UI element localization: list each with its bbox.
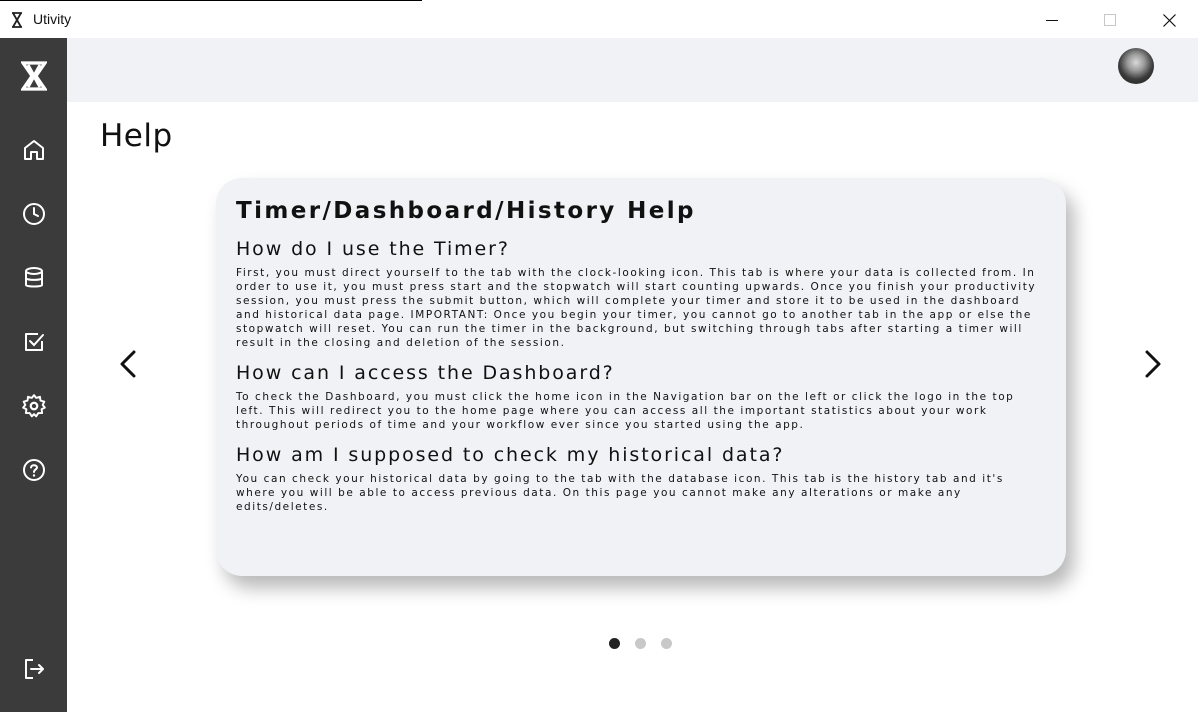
carousel-pagination: [609, 638, 677, 650]
help-question: How am I supposed to check my historical…: [236, 444, 785, 466]
help-card: Timer/Dashboard/History Help How do I us…: [216, 178, 1066, 576]
sidebar-logo[interactable]: [0, 52, 67, 100]
sidebar-item-tasks[interactable]: [0, 318, 67, 366]
chevron-right-icon: [1145, 350, 1161, 378]
sidebar-item-help[interactable]: [0, 446, 67, 494]
help-answer: First, you must direct yourself to the t…: [236, 267, 1037, 349]
carousel-dot-2[interactable]: [635, 638, 646, 649]
maximize-button[interactable]: [1081, 1, 1139, 39]
clock-icon: [22, 203, 45, 225]
maximize-icon: [1104, 14, 1116, 26]
chevron-left-icon: [120, 350, 136, 378]
sidebar: [0, 38, 67, 712]
sidebar-item-settings[interactable]: [0, 382, 67, 430]
sidebar-item-home[interactable]: [0, 126, 67, 174]
page-title: Help: [100, 118, 173, 154]
help-card-title: Timer/Dashboard/History Help: [236, 198, 696, 224]
close-button[interactable]: [1140, 1, 1198, 39]
minimize-button[interactable]: [1023, 1, 1081, 39]
carousel-prev-button[interactable]: [108, 344, 148, 384]
home-icon: [23, 140, 44, 160]
top-header: [67, 38, 1198, 102]
help-question: How can I access the Dashboard?: [236, 362, 615, 384]
help-section: How do I use the Timer? First, you must …: [236, 238, 1046, 350]
carousel-next-button[interactable]: [1133, 344, 1173, 384]
user-avatar[interactable]: [1118, 48, 1154, 84]
help-answer: You can check your historical data by go…: [236, 473, 1004, 513]
logout-icon: [24, 659, 44, 679]
help-section: How can I access the Dashboard? To check…: [236, 362, 1046, 432]
help-icon: [22, 459, 45, 481]
help-section: How am I supposed to check my historical…: [236, 444, 1046, 514]
carousel-dot-3[interactable]: [661, 638, 672, 649]
help-question: How do I use the Timer?: [236, 238, 510, 260]
database-icon: [24, 267, 43, 288]
carousel-dot-1[interactable]: [609, 638, 620, 649]
hourglass-icon: [12, 12, 22, 28]
gear-icon: [21, 394, 46, 418]
minimize-icon: [1046, 20, 1058, 21]
checkbox-icon: [24, 333, 44, 351]
window-titlebar: Utivity: [0, 0, 1198, 38]
close-icon: [1162, 13, 1176, 27]
window-title: Utivity: [33, 11, 72, 27]
help-answer: To check the Dashboard, you must click t…: [236, 391, 1015, 431]
hourglass-icon: [20, 61, 47, 91]
sidebar-item-logout[interactable]: [0, 645, 67, 693]
sidebar-item-timer[interactable]: [0, 190, 67, 238]
sidebar-item-history[interactable]: [0, 254, 67, 302]
